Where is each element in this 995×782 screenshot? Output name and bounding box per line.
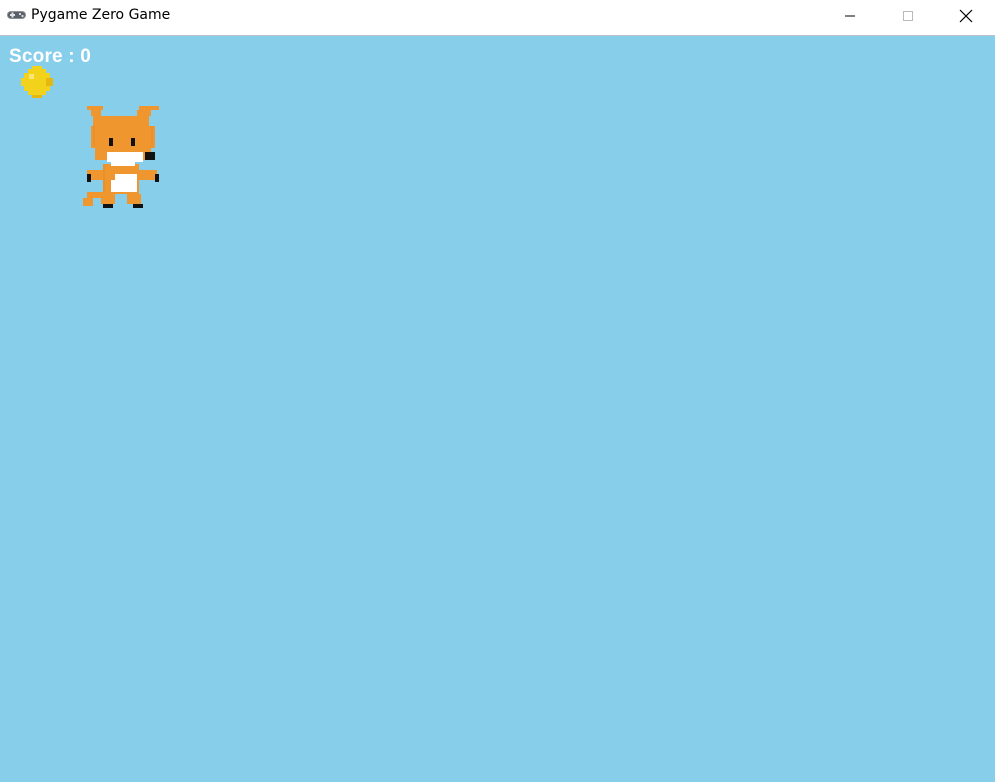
score-label: Score : 0	[9, 46, 92, 67]
window-title: Pygame Zero Game	[31, 7, 171, 23]
close-icon	[959, 9, 973, 23]
coin-sprite	[21, 66, 53, 98]
game-canvas[interactable]: Score : 0	[0, 36, 995, 782]
minimize-icon	[845, 15, 855, 17]
maximize-icon	[903, 11, 913, 21]
maximize-button[interactable]	[879, 0, 937, 32]
game-window: Pygame Zero Game Score : 0	[0, 0, 995, 782]
title-bar[interactable]: Pygame Zero Game	[0, 0, 995, 32]
minimize-button[interactable]	[821, 0, 879, 32]
close-button[interactable]	[937, 0, 995, 32]
gamepad-icon	[7, 11, 26, 19]
fox-sprite	[83, 106, 159, 208]
